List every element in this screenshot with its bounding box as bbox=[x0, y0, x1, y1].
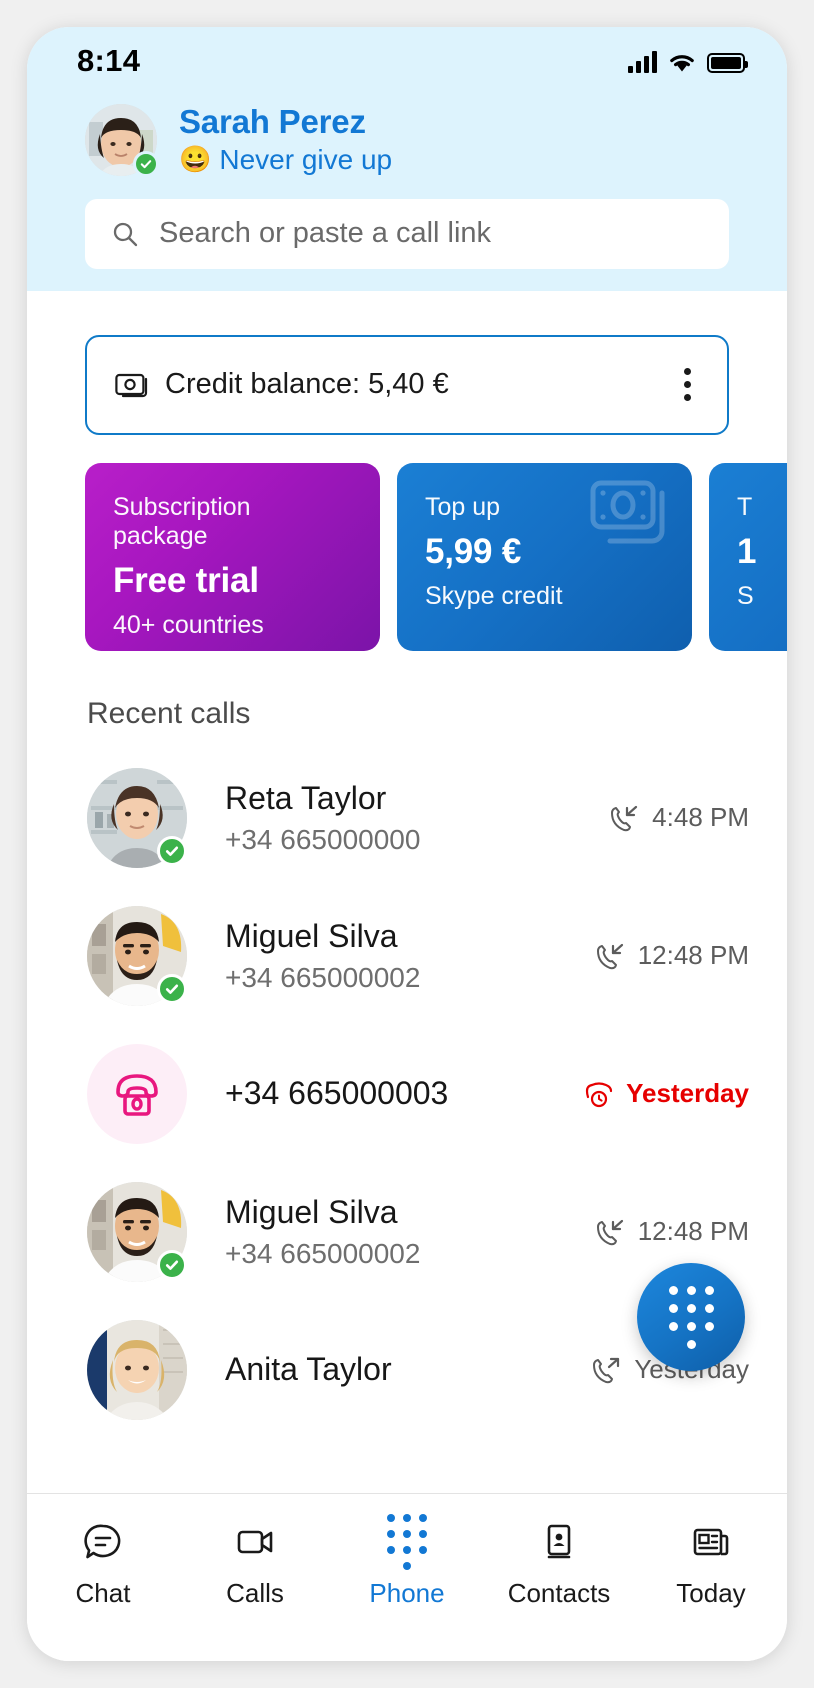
promo-top-label: T bbox=[737, 492, 753, 521]
promo-top-label: Top up bbox=[425, 492, 501, 521]
call-contact-name: Anita Taylor bbox=[225, 1351, 392, 1388]
call-phone-number: +34 665000003 bbox=[225, 1075, 449, 1112]
phone-icon bbox=[116, 1073, 158, 1116]
bottom-tab-bar: Chat Calls Phone Contacts Today bbox=[27, 1493, 787, 1661]
tab-calls[interactable]: Calls bbox=[179, 1520, 331, 1609]
more-vertical-icon[interactable] bbox=[674, 362, 701, 407]
search-placeholder: Search or paste a call link bbox=[159, 217, 492, 250]
table-row[interactable]: Reta Taylor +34 665000000 4:48 PM bbox=[27, 749, 787, 887]
status-time: 8:14 bbox=[77, 43, 141, 78]
phone-placeholder-avatar bbox=[87, 1043, 187, 1144]
tab-label: Calls bbox=[226, 1578, 284, 1608]
avatar bbox=[87, 767, 187, 868]
avatar bbox=[87, 905, 187, 1006]
dialpad-icon bbox=[668, 1285, 714, 1349]
dialpad-fab-button[interactable] bbox=[637, 1263, 745, 1371]
call-meta: 12:48 PM bbox=[596, 1216, 749, 1247]
call-phone-number: +34 665000000 bbox=[225, 823, 421, 855]
promo-headline: Free trial bbox=[113, 560, 259, 600]
presence-online-badge bbox=[133, 150, 159, 177]
promo-sub-label: 40+ countries bbox=[113, 610, 264, 639]
battery-full-icon bbox=[707, 52, 748, 73]
wifi-icon bbox=[670, 54, 694, 71]
call-info: Reta Taylor +34 665000000 bbox=[187, 779, 610, 857]
tab-label: Contacts bbox=[507, 1578, 611, 1608]
presence-online-badge bbox=[157, 835, 187, 866]
promo-card-topup[interactable]: Top up 5,99 € Skype credit bbox=[397, 462, 692, 651]
mood-emoji: 😀 bbox=[179, 144, 212, 175]
app-header: 8:14 Sarah Perez 😀 Never give up Search … bbox=[27, 27, 787, 291]
call-outgoing-icon bbox=[593, 1357, 620, 1383]
call-info: Miguel Silva +34 665000002 bbox=[187, 917, 596, 995]
search-icon bbox=[113, 222, 138, 246]
call-info: Anita Taylor bbox=[187, 1350, 592, 1388]
banknote-icon bbox=[115, 373, 148, 397]
avatar bbox=[87, 1043, 187, 1144]
tab-label: Today bbox=[676, 1578, 746, 1608]
tab-label: Phone bbox=[369, 1578, 445, 1608]
call-meta: 12:48 PM bbox=[596, 940, 749, 971]
table-row[interactable]: Miguel Silva +34 665000002 12:48 PM bbox=[27, 887, 787, 1025]
credit-balance-card[interactable]: Credit balance: 5,40 € bbox=[85, 334, 729, 435]
call-timestamp: 4:48 PM bbox=[652, 802, 749, 833]
call-incoming-icon bbox=[611, 805, 638, 831]
promo-card-topup-next[interactable]: T 1 S bbox=[709, 462, 787, 651]
promo-sub-label: Skype credit bbox=[425, 581, 563, 610]
search-input[interactable]: Search or paste a call link bbox=[85, 198, 729, 269]
contact-card-icon bbox=[538, 1520, 580, 1564]
promo-top-label: Subscription package bbox=[113, 492, 251, 550]
credit-left: Credit balance: 5,40 € bbox=[115, 368, 449, 401]
call-info: +34 665000003 bbox=[187, 1074, 584, 1112]
call-timestamp: 12:48 PM bbox=[637, 940, 749, 971]
anita-taylor-avatar bbox=[87, 1319, 187, 1420]
dialpad-icon bbox=[387, 1514, 427, 1570]
tab-phone[interactable]: Phone bbox=[331, 1514, 483, 1609]
tab-chat[interactable]: Chat bbox=[27, 1520, 179, 1609]
call-info: Miguel Silva +34 665000002 bbox=[187, 1193, 596, 1271]
status-bar: 8:14 bbox=[27, 27, 787, 95]
tab-today[interactable]: Today bbox=[635, 1520, 787, 1609]
promo-cards-carousel[interactable]: Subscription package Free trial 40+ coun… bbox=[27, 435, 787, 651]
promo-card-subscription[interactable]: Subscription package Free trial 40+ coun… bbox=[85, 462, 380, 651]
chat-bubble-icon bbox=[82, 1520, 124, 1564]
avatar bbox=[87, 1181, 187, 1282]
call-incoming-icon bbox=[596, 1219, 623, 1245]
tab-label: Chat bbox=[75, 1578, 131, 1608]
promo-headline: 1 bbox=[737, 531, 757, 571]
table-row[interactable]: +34 665000003 Yesterday bbox=[27, 1025, 787, 1163]
call-incoming-icon bbox=[596, 943, 623, 969]
call-phone-number: +34 665000002 bbox=[225, 961, 421, 993]
call-missed-icon bbox=[586, 1081, 613, 1107]
call-contact-name: Miguel Silva bbox=[225, 917, 398, 954]
presence-online-badge bbox=[157, 1249, 187, 1280]
recent-calls-title: Recent calls bbox=[87, 696, 251, 730]
promo-sub-label: S bbox=[737, 581, 754, 610]
credit-balance-label: Credit balance: 5,40 € bbox=[165, 368, 449, 401]
call-phone-number: +34 665000002 bbox=[225, 1237, 421, 1269]
avatar bbox=[87, 1319, 187, 1420]
avatar[interactable] bbox=[85, 103, 159, 177]
presence-online-badge bbox=[157, 973, 187, 1004]
news-icon bbox=[690, 1520, 732, 1564]
profile-text: Sarah Perez 😀 Never give up bbox=[179, 103, 392, 177]
video-camera-icon bbox=[234, 1520, 276, 1564]
call-contact-name: Miguel Silva bbox=[225, 1193, 398, 1230]
status-icons bbox=[628, 50, 748, 73]
call-timestamp: Yesterday bbox=[626, 1078, 749, 1109]
page-title: Sarah Perez bbox=[179, 103, 366, 140]
call-timestamp: 12:48 PM bbox=[637, 1216, 749, 1247]
tab-contacts[interactable]: Contacts bbox=[483, 1520, 635, 1609]
call-meta: Yesterday bbox=[584, 1078, 749, 1109]
profile-mood[interactable]: 😀 Never give up bbox=[179, 143, 392, 177]
profile-row[interactable]: Sarah Perez 😀 Never give up bbox=[27, 95, 787, 177]
call-contact-name: Reta Taylor bbox=[225, 779, 387, 816]
mood-text: Never give up bbox=[219, 143, 393, 175]
cellular-signal-icon bbox=[628, 50, 657, 73]
phone-screen: 8:14 Sarah Perez 😀 Never give up Search … bbox=[27, 27, 787, 1661]
call-meta: 4:48 PM bbox=[610, 802, 749, 833]
